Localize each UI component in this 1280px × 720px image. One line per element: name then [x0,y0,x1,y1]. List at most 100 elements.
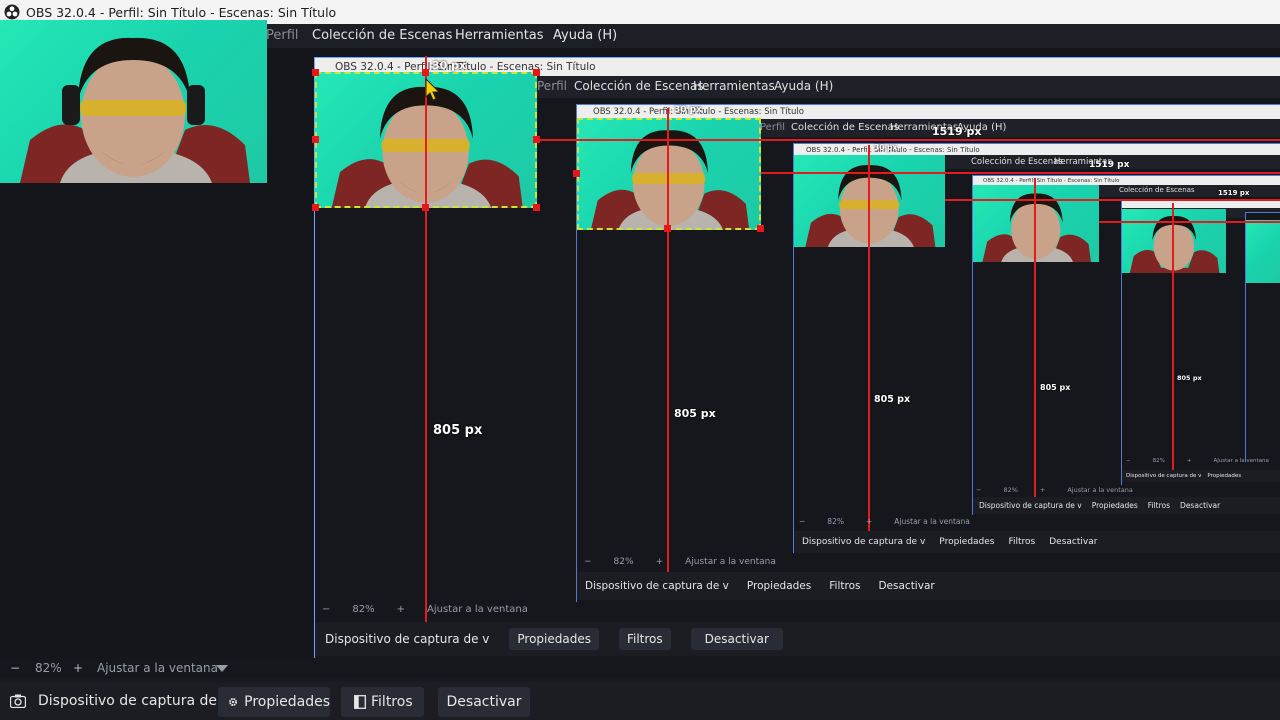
deactivate-label: Desactivar [690,628,783,650]
obs-logo-icon [4,4,20,20]
deactivate-button[interactable]: Desactivar [438,687,530,717]
webcam-source-nested-6[interactable] [1246,220,1280,283]
fit-to-window-button[interactable]: Ajustar a la ventana [97,661,218,675]
deactivate-label: Desactivar [878,580,935,592]
gear-icon [229,698,238,706]
resize-handle[interactable] [422,69,429,76]
nested-titlebar-4: OBS 32.0.4 - Perfil: Sin Título - Escena… [973,176,1280,185]
guide-vertical-4 [1034,178,1036,508]
zoom-in: + [865,517,873,526]
deactivate-label: Desactivar [446,694,522,710]
resize-handle[interactable] [312,204,319,211]
width-measure-label: 1519 px [932,125,982,138]
menu-ayuda[interactable]: Ayuda (H) [553,28,617,43]
filters-label: Filtros [1147,501,1171,510]
source-toolbar-nested-5: Dispositivo de captura de v Propiedades [1122,470,1280,482]
filters-button[interactable]: Filtros [341,687,424,717]
deactivate-label: Desactivar [1180,501,1221,510]
zoom-fit: Ajustar a la ventana [427,604,528,615]
source-toolbar-nested-2: Dispositivo de captura de v Propiedades … [577,572,1280,600]
offset-measure-label: 30 px [674,105,702,115]
nested-title-4: OBS 32.0.4 - Perfil: Sin Título - Escena… [983,177,1120,184]
height-measure-label: 805 px [674,407,716,420]
zoom-fit: Ajustar a la ventana [1213,458,1269,464]
zoom-out: − [799,517,806,526]
source-name: Dispositivo de captura de v [802,537,926,547]
properties-label: Propiedades [939,537,995,547]
properties-label: Propiedades [244,694,330,710]
source-name: Dispositivo de captura de v [38,693,230,709]
resize-handle[interactable] [533,136,540,143]
source-name: Dispositivo de captura de v [585,580,729,592]
guide-horizontal-1 [537,139,1280,141]
zoom-value: 82% [35,661,62,675]
zoom-bar-nested-5: − 82% + Ajustar a la ventana [1126,458,1280,464]
properties-label: Propiedades [1091,501,1138,510]
zoom-out: − [1126,458,1131,464]
resize-handle[interactable] [533,204,540,211]
width-measure-label: 1519 px [1089,160,1130,170]
source-toolbar-nested-1: Dispositivo de captura de v Propiedades … [315,622,1280,656]
zoom-value: 82% [827,517,844,526]
nested-menu-perfil-2: Perfil [760,122,786,133]
offset-measure-label: 30 px [432,59,467,72]
chevron-down-icon[interactable] [216,665,228,672]
zoom-bar-nested-4: − 82% + Ajustar a la ventana [976,486,1155,494]
properties-label: Propiedades [509,628,599,650]
zoom-out: − [322,604,331,615]
menu-coleccion-escenas[interactable]: Colección de Escenas [312,28,452,43]
nested-menu-ayuda-1: Ayuda (H) [774,79,834,93]
zoom-out-button[interactable]: − [10,661,20,675]
zoom-in-button[interactable]: + [73,661,83,675]
guide-vertical-5 [1172,203,1174,473]
webcam-source-nested-5[interactable] [1122,209,1226,273]
menu-herramientas[interactable]: Herramientas [455,28,544,43]
height-measure-label: 805 px [1177,374,1202,382]
source-name: Dispositivo de captura de v [1126,473,1202,479]
guide-horizontal-4 [1099,221,1280,223]
resize-handle[interactable] [422,204,429,211]
filters-icon [354,695,366,709]
properties-button[interactable]: Propiedades [218,687,330,717]
zoom-value: 82% [352,604,375,615]
menu-perfil[interactable]: Perfil [266,28,299,43]
zoom-fit: Ajustar a la ventana [685,557,776,567]
resize-handle[interactable] [757,225,764,232]
guide-horizontal-2 [761,172,1280,174]
filters-label: Filtros [829,580,861,592]
nested-menu-herramientas-1: Herramientas [693,79,775,93]
height-measure-label: 805 px [1040,383,1071,392]
properties-label: Propiedades [1207,473,1242,479]
width-measure-label: 1519 px [1218,189,1250,197]
zoom-out: − [584,557,592,567]
zoom-in: + [655,557,664,567]
filters-label: Filtros [618,628,671,650]
nested-menu-coleccion-4: Colección de Escenas [1119,186,1195,194]
webcam-source-nested-2[interactable] [577,118,761,230]
resize-handle[interactable] [312,136,319,143]
zoom-fit: Ajustar a la ventana [1067,486,1133,494]
cursor-icon [425,78,441,101]
zoom-in: + [1186,458,1192,464]
offset-measure-label: 30 px [874,143,898,152]
person-image [982,193,1091,262]
nested-menu-perfil-1: Perfil [537,79,568,93]
nested-menu-coleccion-1: Colección de Escenas [574,79,704,93]
source-toolbar-nested-3: Dispositivo de captura de v Propiedades … [794,531,1280,553]
resize-handle[interactable] [664,225,671,232]
zoom-out: − [976,486,982,494]
resize-handle[interactable] [573,170,580,177]
person-image [590,130,750,230]
zoom-value: 82% [1152,458,1165,464]
resize-handle[interactable] [533,69,540,76]
zoom-fit: Ajustar a la ventana [894,517,970,526]
resize-handle[interactable] [312,69,319,76]
zoom-bar-nested-2: − 82% + Ajustar a la ventana [584,557,798,567]
camera-icon [10,694,26,708]
webcam-source[interactable] [0,20,267,183]
nested-titlebar-3: OBS 32.0.4 - Perfil: Sin Título - Escena… [794,144,1280,155]
window-title: OBS 32.0.4 - Perfil: Sin Título - Escena… [26,4,337,20]
zoom-bar-nested-1: − 82% + Ajustar a la ventana [322,604,550,615]
webcam-source-nested-4[interactable] [973,185,1099,262]
height-measure-label: 805 px [874,394,911,405]
